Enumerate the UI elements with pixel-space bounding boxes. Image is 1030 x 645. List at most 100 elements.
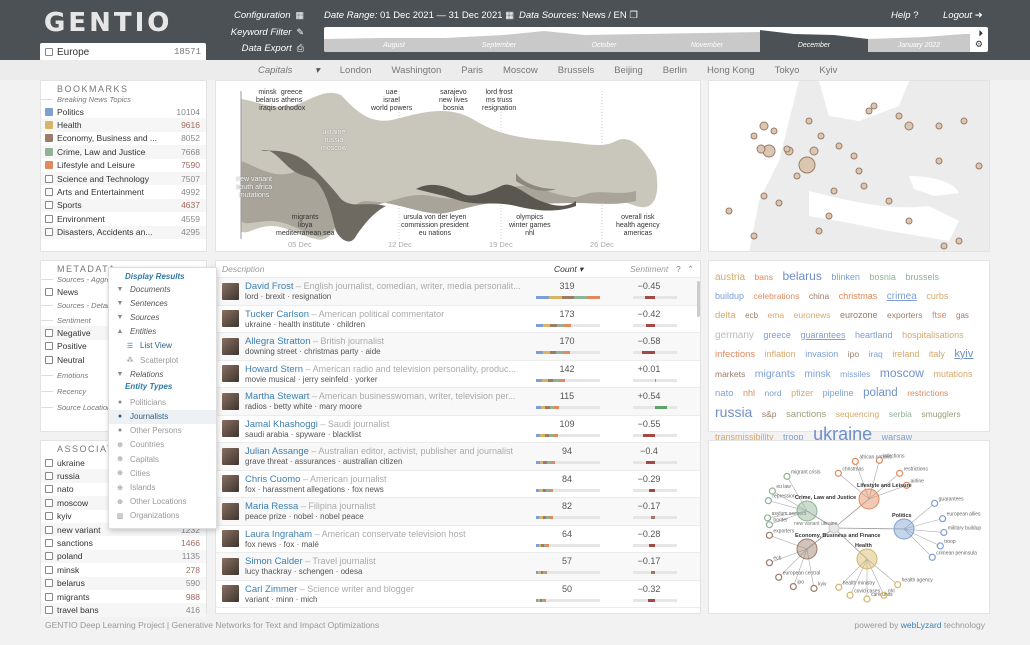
journalist-row[interactable]: Tucker Carlson – American political comm… <box>216 306 700 333</box>
cloud-keyword[interactable]: crimea <box>887 291 917 302</box>
cloud-keyword[interactable]: gas <box>956 311 969 320</box>
cloud-keyword[interactable]: moscow <box>880 366 924 380</box>
checkbox[interactable] <box>45 458 53 467</box>
stream-label-top[interactable]: uae israel world powers <box>371 89 412 113</box>
checkbox[interactable] <box>45 525 53 534</box>
nav-item-moscow[interactable]: Moscow <box>503 65 538 76</box>
journalist-name[interactable]: Tucker Carlson <box>245 309 309 320</box>
cloud-keyword[interactable]: restrictions <box>907 388 948 398</box>
map-marker[interactable] <box>817 132 825 140</box>
network-leaf-node[interactable] <box>775 573 783 581</box>
bookmark-item[interactable]: Economy, Business and ... 8052 <box>41 132 206 145</box>
journalist-name[interactable]: Chris Cuomo <box>245 474 300 485</box>
bookmark-item[interactable]: Health 9616 <box>41 118 206 132</box>
checkbox[interactable] <box>45 592 53 601</box>
stream-label-top[interactable]: lord frost ms truss resignation <box>482 89 516 113</box>
network-leaf-node[interactable] <box>894 581 902 589</box>
journalist-name[interactable]: David Frost <box>245 281 294 292</box>
journalist-name[interactable]: Allegra Stratton <box>245 336 310 347</box>
checkbox[interactable] <box>45 498 53 507</box>
checkbox[interactable] <box>45 201 53 210</box>
map-marker[interactable] <box>756 144 766 154</box>
nav-item-tokyo[interactable]: Tokyo <box>775 65 800 76</box>
region-selector[interactable]: Europe 18571 <box>40 43 206 61</box>
timeline-month[interactable]: September <box>444 34 554 52</box>
journalist-row[interactable]: Howard Stern – American radio and televi… <box>216 361 700 388</box>
cloud-keyword[interactable]: nato <box>715 388 734 399</box>
checkbox[interactable] <box>45 552 53 561</box>
map-marker[interactable] <box>855 167 863 175</box>
journalist-row[interactable]: Chris Cuomo – American journalist fox · h… <box>216 471 700 498</box>
cloud-keyword[interactable]: ema <box>768 310 785 320</box>
network-leaf-node[interactable] <box>834 469 842 477</box>
logout-button[interactable]: Logout ➜ <box>943 10 983 21</box>
entity-type-item[interactable]: ⊕ Cities <box>109 466 216 480</box>
collapse-icon[interactable]: ⌃ <box>687 264 694 275</box>
journalist-row[interactable]: Martha Stewart – American businesswoman,… <box>216 388 700 416</box>
map-marker[interactable] <box>935 157 943 165</box>
timeline-month[interactable]: January 2022 <box>868 34 970 52</box>
network-hub-node[interactable] <box>796 538 818 560</box>
cloud-keyword[interactable]: missiles <box>840 369 870 379</box>
cloud-keyword[interactable]: migrants <box>755 368 795 380</box>
configuration-button[interactable]: Configuration ▦ <box>234 10 304 21</box>
map-marker[interactable] <box>850 152 858 160</box>
map-marker[interactable] <box>830 187 838 195</box>
menu-entities[interactable]: ▲ Entities <box>109 325 216 339</box>
network-hub-node[interactable] <box>856 548 878 570</box>
map-marker[interactable] <box>760 192 768 200</box>
cloud-keyword[interactable]: poland <box>863 387 898 399</box>
network-leaf-node[interactable] <box>765 559 774 567</box>
keyword-filter-button[interactable]: Keyword Filter ✎ <box>231 27 304 38</box>
cloud-keyword[interactable]: guarantees <box>800 330 845 340</box>
journalist-row[interactable]: Julian Assange – Australian editor, acti… <box>216 443 700 471</box>
entity-type-item[interactable]: ⊕ Other Locations <box>109 495 216 509</box>
checkbox[interactable] <box>45 188 53 197</box>
network-leaf-node[interactable] <box>765 521 774 529</box>
nav-item-beijing[interactable]: Beijing <box>614 65 643 76</box>
cloud-keyword[interactable]: iraq <box>869 349 883 359</box>
timeline-month-selected[interactable]: December <box>760 34 868 52</box>
map-marker[interactable] <box>805 117 813 125</box>
checkbox[interactable] <box>45 287 53 296</box>
network-hub-node[interactable] <box>893 518 915 540</box>
map-marker[interactable] <box>940 242 948 250</box>
bookmark-item[interactable]: Arts and Entertainment 4992 <box>41 185 206 198</box>
cloud-keyword[interactable]: christmas <box>839 291 878 301</box>
cloud-keyword[interactable]: euronews <box>794 310 831 320</box>
cloud-keyword[interactable]: invasion <box>805 349 838 359</box>
nav-item-washington[interactable]: Washington <box>391 65 441 76</box>
col-count[interactable]: Count ▾ <box>554 264 583 275</box>
journalist-name[interactable]: Martha Stewart <box>245 391 309 402</box>
cloud-keyword[interactable]: russia <box>715 404 752 420</box>
checkbox[interactable] <box>45 512 53 521</box>
menu-sources[interactable]: ▼ Sources <box>109 310 216 324</box>
timeline-month[interactable]: October <box>554 34 654 52</box>
network-leaf-node[interactable] <box>764 514 772 522</box>
journalist-row[interactable]: Laura Ingraham – American conservate tel… <box>216 526 700 553</box>
relation-network[interactable]: migrant crisis eu law repression asylum see… <box>708 440 990 614</box>
map-marker[interactable] <box>759 121 769 131</box>
stream-label-mid[interactable]: new variant south africa mutations <box>236 176 272 200</box>
cloud-keyword[interactable]: eurozone <box>840 310 878 320</box>
map-marker[interactable] <box>895 112 903 120</box>
menu-sentences[interactable]: ▼ Sentences <box>109 296 216 310</box>
network-hub-node[interactable] <box>858 488 880 510</box>
network-leaf-node[interactable] <box>851 457 859 466</box>
cloud-keyword[interactable]: china <box>809 291 829 301</box>
cloud-keyword[interactable]: smugglers <box>921 409 960 419</box>
journalist-name[interactable]: Jamal Khashoggi <box>245 419 318 430</box>
checkbox[interactable] <box>45 579 53 588</box>
journalist-name[interactable]: Julian Assange <box>245 446 309 457</box>
timeline-slider[interactable]: August September October November Decemb… <box>324 27 988 52</box>
entity-type-item[interactable]: ● Other Persons <box>109 424 216 438</box>
cloud-keyword[interactable]: celebrations <box>754 291 800 301</box>
journalist-row[interactable]: Maria Ressa – Filipina journalist peace p… <box>216 498 700 526</box>
map-marker[interactable] <box>770 127 778 135</box>
map-marker[interactable] <box>860 182 868 190</box>
network-leaf-node[interactable] <box>810 584 818 592</box>
checkbox[interactable] <box>45 329 53 338</box>
map-marker[interactable] <box>935 122 943 130</box>
cloud-keyword[interactable]: ireland <box>892 349 919 359</box>
bookmark-item[interactable]: Disasters, Accidents an... 4295 <box>41 225 206 239</box>
